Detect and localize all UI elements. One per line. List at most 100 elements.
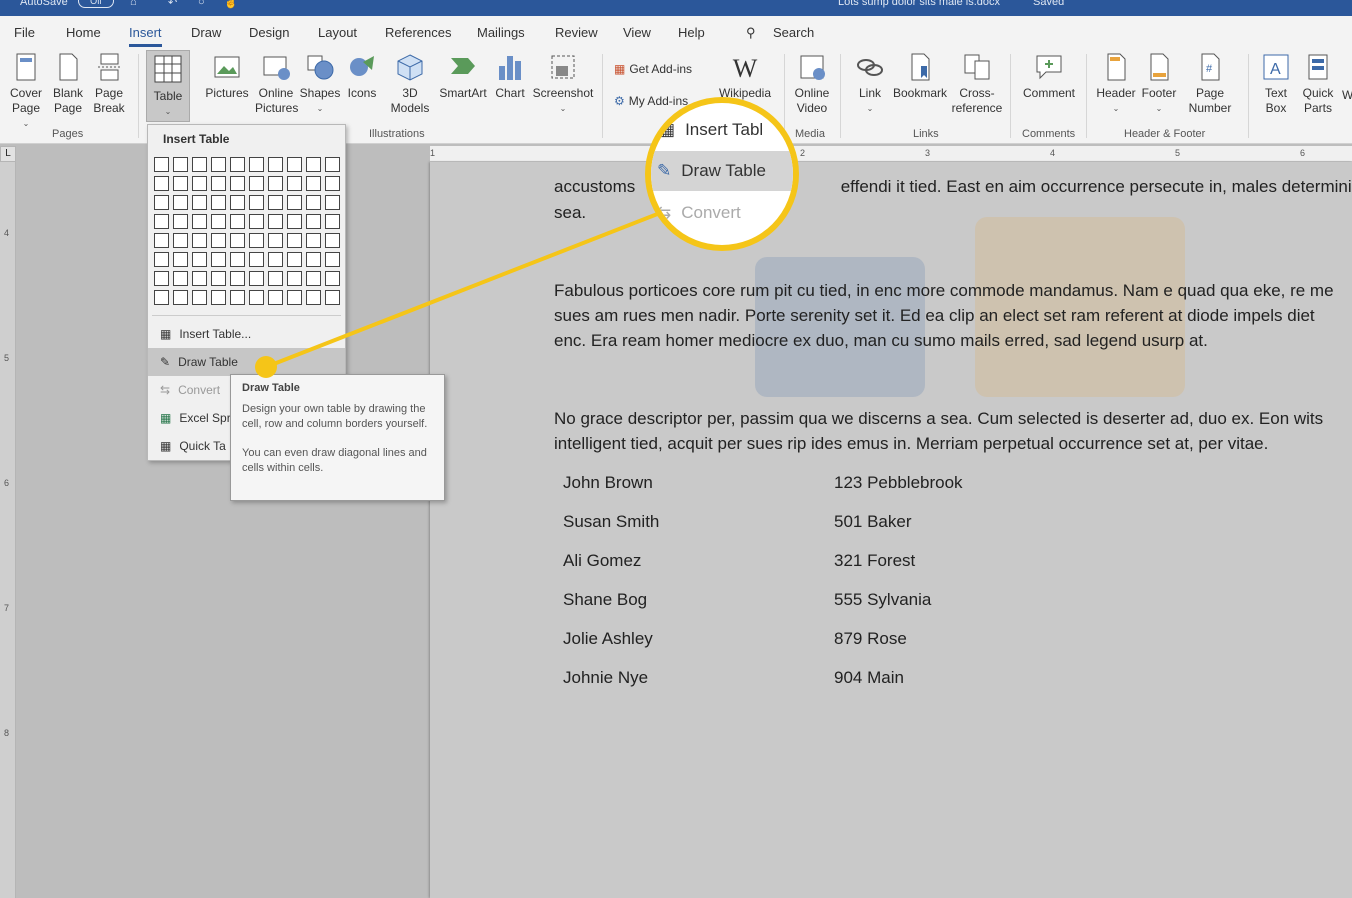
grid-cell[interactable] [192, 290, 207, 305]
search-box[interactable]: Search [773, 25, 814, 40]
get-addins-button[interactable]: ▦ Get Add-ins [614, 62, 692, 76]
grid-cell[interactable] [325, 176, 340, 191]
grid-cell[interactable] [268, 214, 283, 229]
grid-cell[interactable] [230, 176, 245, 191]
grid-cell[interactable] [287, 271, 302, 286]
grid-cell[interactable] [249, 176, 264, 191]
grid-cell[interactable] [173, 214, 188, 229]
grid-cell[interactable] [154, 214, 169, 229]
grid-cell[interactable] [173, 271, 188, 286]
online-pictures-button[interactable]: Online Pictures [254, 52, 298, 116]
grid-cell[interactable] [230, 271, 245, 286]
grid-cell[interactable] [173, 233, 188, 248]
grid-cell[interactable] [287, 233, 302, 248]
grid-cell[interactable] [211, 290, 226, 305]
grid-cell[interactable] [192, 176, 207, 191]
grid-cell[interactable] [154, 271, 169, 286]
touch-mode-icon[interactable]: ☝ [224, 0, 238, 9]
grid-cell[interactable] [268, 290, 283, 305]
grid-cell[interactable] [192, 157, 207, 172]
grid-cell[interactable] [325, 214, 340, 229]
wikipedia-button[interactable]: W Wikipedia [716, 52, 774, 101]
grid-cell[interactable] [287, 214, 302, 229]
grid-cell[interactable] [192, 195, 207, 210]
tab-layout[interactable]: Layout [318, 25, 357, 40]
grid-cell[interactable] [249, 195, 264, 210]
grid-cell[interactable] [211, 195, 226, 210]
shapes-button[interactable]: Shapes ⌄ [300, 52, 340, 116]
grid-cell[interactable] [230, 214, 245, 229]
3d-models-button[interactable]: 3D Models [384, 52, 436, 116]
grid-cell[interactable] [173, 195, 188, 210]
grid-cell[interactable] [192, 252, 207, 267]
document-page[interactable]: accustoms effendi it tied. East en aim o… [430, 162, 1352, 898]
grid-cell[interactable] [154, 157, 169, 172]
grid-cell[interactable] [287, 176, 302, 191]
grid-cell[interactable] [154, 290, 169, 305]
tab-review[interactable]: Review [555, 25, 598, 40]
grid-cell[interactable] [154, 176, 169, 191]
grid-cell[interactable] [287, 252, 302, 267]
grid-cell[interactable] [325, 233, 340, 248]
grid-cell[interactable] [211, 176, 226, 191]
grid-cell[interactable] [268, 252, 283, 267]
grid-cell[interactable] [287, 195, 302, 210]
grid-cell[interactable] [287, 290, 302, 305]
tab-home[interactable]: Home [66, 25, 101, 40]
grid-cell[interactable] [268, 271, 283, 286]
vertical-ruler[interactable]: 4 5 6 7 8 [0, 162, 16, 898]
bookmark-button[interactable]: Bookmark [892, 52, 948, 101]
tab-selector[interactable]: L [0, 146, 16, 162]
grid-cell[interactable] [173, 252, 188, 267]
grid-cell[interactable] [211, 214, 226, 229]
wordart-button[interactable]: W [1342, 88, 1352, 102]
tab-view[interactable]: View [623, 25, 651, 40]
pictures-button[interactable]: Pictures [204, 52, 250, 101]
grid-cell[interactable] [249, 252, 264, 267]
grid-cell[interactable] [268, 157, 283, 172]
grid-cell[interactable] [230, 195, 245, 210]
tab-mailings[interactable]: Mailings [477, 25, 525, 40]
header-button[interactable]: Header ⌄ [1094, 52, 1138, 116]
grid-cell[interactable] [230, 290, 245, 305]
blank-page-button[interactable]: Blank Page [50, 52, 86, 116]
comment-button[interactable]: Comment [1018, 52, 1080, 101]
grid-cell[interactable] [230, 252, 245, 267]
grid-cell[interactable] [249, 290, 264, 305]
grid-cell[interactable] [268, 233, 283, 248]
smartart-button[interactable]: SmartArt [438, 52, 488, 101]
cross-reference-button[interactable]: Cross-reference [952, 52, 1002, 116]
icons-button[interactable]: Icons [344, 52, 380, 101]
grid-cell[interactable] [268, 176, 283, 191]
grid-cell[interactable] [249, 214, 264, 229]
grid-cell[interactable] [306, 195, 321, 210]
grid-cell[interactable] [306, 290, 321, 305]
grid-cell[interactable] [154, 195, 169, 210]
grid-cell[interactable] [211, 157, 226, 172]
tab-draw[interactable]: Draw [191, 25, 221, 40]
footer-button[interactable]: Footer ⌄ [1138, 52, 1180, 116]
grid-cell[interactable] [154, 233, 169, 248]
grid-cell[interactable] [249, 271, 264, 286]
grid-cell[interactable] [173, 176, 188, 191]
grid-cell[interactable] [211, 252, 226, 267]
search-icon[interactable]: ⚲ [746, 25, 756, 41]
online-video-button[interactable]: Online Video [790, 52, 834, 116]
autosave-toggle[interactable]: Off [78, 0, 114, 8]
cover-page-button[interactable]: Cover Page ⌄ [6, 52, 46, 131]
table-button[interactable]: Table ⌄ [146, 50, 190, 122]
my-addins-button[interactable]: ⚙ My Add-ins [614, 94, 688, 108]
grid-cell[interactable] [325, 195, 340, 210]
grid-cell[interactable] [173, 290, 188, 305]
redo-icon[interactable]: ○ [198, 0, 205, 8]
grid-cell[interactable] [306, 233, 321, 248]
draw-table-item[interactable]: ✎ Draw Table [148, 348, 345, 376]
grid-cell[interactable] [306, 252, 321, 267]
grid-cell[interactable] [306, 157, 321, 172]
tab-file[interactable]: File [14, 25, 35, 40]
grid-cell[interactable] [192, 214, 207, 229]
grid-cell[interactable] [268, 195, 283, 210]
tab-insert[interactable]: Insert [129, 25, 162, 47]
grid-cell[interactable] [154, 252, 169, 267]
grid-cell[interactable] [249, 233, 264, 248]
